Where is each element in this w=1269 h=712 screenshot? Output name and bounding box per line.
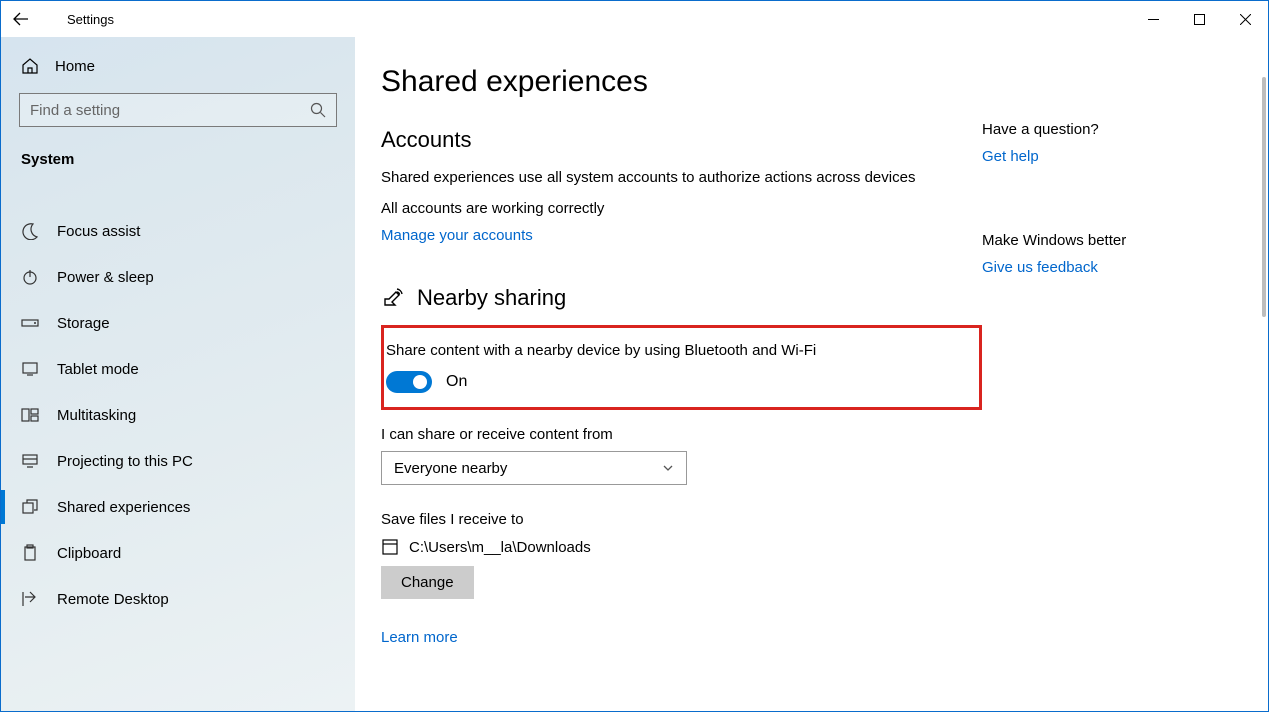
nav-list: Focus assist Power & sleep Storage Table… <box>1 208 355 622</box>
sidebar-item-power-sleep[interactable]: Power & sleep <box>1 254 355 300</box>
window-controls <box>1130 3 1268 35</box>
save-path-value: C:\Users\m__la\Downloads <box>409 539 591 556</box>
nearby-sharing-heading: Nearby sharing <box>381 285 982 311</box>
folder-icon <box>381 538 399 556</box>
category-header: System <box>1 137 355 180</box>
project-icon <box>21 452 43 470</box>
content-area: Shared experiences Accounts Shared exper… <box>355 37 1268 711</box>
share-icon <box>21 498 43 516</box>
make-better-label: Make Windows better <box>982 232 1236 249</box>
moon-icon <box>21 222 43 240</box>
sidebar-item-label: Clipboard <box>57 545 121 562</box>
window-title: Settings <box>67 12 114 27</box>
toggle-knob <box>413 375 427 389</box>
settings-window: Settings Home <box>0 0 1269 712</box>
remote-desktop-icon <box>21 590 43 608</box>
feedback-link[interactable]: Give us feedback <box>982 259 1098 276</box>
close-icon <box>1240 14 1251 25</box>
dropdown-value: Everyone nearby <box>394 460 507 477</box>
sidebar-item-label: Focus assist <box>57 223 140 240</box>
nearby-share-icon <box>381 286 405 310</box>
clipboard-icon <box>21 544 43 562</box>
aside: Have a question? Get help Make Windows b… <box>982 65 1242 711</box>
home-icon <box>21 57 43 75</box>
sidebar: Home System Focus assist Power <box>1 37 355 711</box>
nearby-sharing-toggle[interactable] <box>386 371 432 393</box>
sidebar-item-label: Power & sleep <box>57 269 154 286</box>
minimize-icon <box>1148 14 1159 25</box>
sidebar-item-clipboard[interactable]: Clipboard <box>1 530 355 576</box>
save-to-label: Save files I receive to <box>381 511 982 528</box>
home-button[interactable]: Home <box>1 43 355 89</box>
home-label: Home <box>55 58 95 75</box>
share-content-description: Share content with a nearby device by us… <box>386 340 965 361</box>
sidebar-item-storage[interactable]: Storage <box>1 300 355 346</box>
accounts-description: Shared experiences use all system accoun… <box>381 167 982 188</box>
search-input[interactable] <box>30 102 310 119</box>
sidebar-item-label: Remote Desktop <box>57 591 169 608</box>
sidebar-item-focus-assist[interactable]: Focus assist <box>1 208 355 254</box>
search-box[interactable] <box>19 93 337 127</box>
storage-icon <box>21 314 43 332</box>
close-button[interactable] <box>1222 3 1268 35</box>
sidebar-item-remote-desktop[interactable]: Remote Desktop <box>1 576 355 622</box>
sidebar-item-shared-experiences[interactable]: Shared experiences <box>1 484 355 530</box>
sidebar-item-label: Storage <box>57 315 110 332</box>
save-path-row: C:\Users\m__la\Downloads <box>381 538 982 556</box>
titlebar: Settings <box>1 1 1268 37</box>
maximize-button[interactable] <box>1176 3 1222 35</box>
learn-more-link[interactable]: Learn more <box>381 629 458 646</box>
sidebar-item-label: Tablet mode <box>57 361 139 378</box>
manage-accounts-link[interactable]: Manage your accounts <box>381 227 533 244</box>
back-button[interactable] <box>13 11 41 27</box>
sidebar-item-label: Shared experiences <box>57 499 190 516</box>
maximize-icon <box>1194 14 1205 25</box>
receive-from-label: I can share or receive content from <box>381 426 982 443</box>
page-title: Shared experiences <box>381 65 982 99</box>
vertical-scrollbar[interactable] <box>1262 77 1266 317</box>
back-arrow-icon <box>13 11 29 27</box>
accounts-heading: Accounts <box>381 127 982 153</box>
accounts-status: All accounts are working correctly <box>381 200 982 217</box>
tablet-icon <box>21 360 43 378</box>
sidebar-item-multitasking[interactable]: Multitasking <box>1 392 355 438</box>
nearby-heading-text: Nearby sharing <box>417 285 566 311</box>
sidebar-item-projecting[interactable]: Projecting to this PC <box>1 438 355 484</box>
change-button[interactable]: Change <box>381 566 474 599</box>
multitasking-icon <box>21 406 43 424</box>
sidebar-item-label: Multitasking <box>57 407 136 424</box>
receive-from-dropdown[interactable]: Everyone nearby <box>381 451 687 485</box>
get-help-link[interactable]: Get help <box>982 148 1039 165</box>
chevron-down-icon <box>662 462 674 474</box>
toggle-state-label: On <box>446 373 467 391</box>
power-icon <box>21 268 43 286</box>
sidebar-item-tablet-mode[interactable]: Tablet mode <box>1 346 355 392</box>
highlight-box: Share content with a nearby device by us… <box>381 325 982 410</box>
have-question-label: Have a question? <box>982 121 1236 138</box>
sidebar-item-label: Projecting to this PC <box>57 453 193 470</box>
search-icon <box>310 102 326 118</box>
minimize-button[interactable] <box>1130 3 1176 35</box>
